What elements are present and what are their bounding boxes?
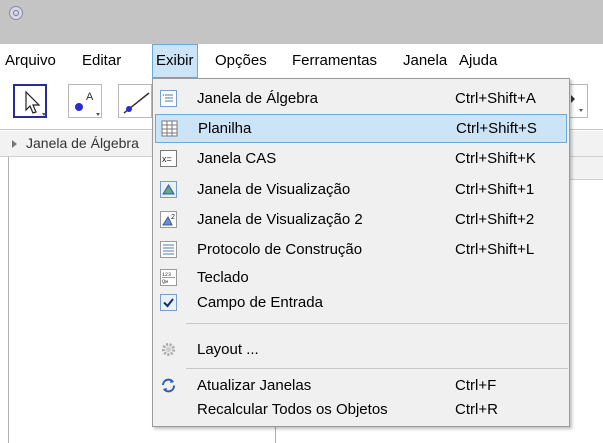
menu-bar: Arquivo Editar Exibir Opções Ferramentas… [0,44,603,78]
geogebra-app-icon [9,6,23,20]
menu-item-label: Layout ... [197,341,259,358]
menu-item-janela-cas[interactable]: x= Janela CAS Ctrl+Shift+K [155,144,567,173]
cas-icon: x= [160,150,177,167]
graphics-view-icon [160,181,177,198]
menu-separator [186,368,568,369]
gear-icon [160,341,177,358]
menu-item-janela-visualizacao[interactable]: Janela de Visualização Ctrl+Shift+1 [155,175,567,204]
point-tool-button[interactable]: A [68,84,102,118]
refresh-icon [160,377,177,394]
menu-item-shortcut: Ctrl+R [455,401,498,418]
menu-item-janela-algebra[interactable]: Janela de Álgebra Ctrl+Shift+A [155,84,567,113]
cursor-arrow-icon [25,90,46,116]
point-icon: A [75,91,100,116]
menu-exibir[interactable]: Exibir [152,44,198,78]
construction-protocol-icon [160,241,177,258]
menu-item-label: Campo de Entrada [197,294,323,311]
keyboard-icon: 123 Qw [160,269,177,286]
menu-ferramentas[interactable]: Ferramentas [289,44,380,78]
panel-title: Janela de Álgebra [26,135,139,151]
spreadsheet-icon [161,120,178,137]
menu-item-shortcut: Ctrl+F [455,377,497,394]
menu-item-label: Protocolo de Construção [197,241,363,258]
menu-item-label: Recalcular Todos os Objetos [197,401,388,418]
menu-item-label: Janela CAS [197,150,277,167]
menu-item-shortcut: Ctrl+Shift+S [456,120,537,137]
menu-item-label: Janela de Visualização [197,181,351,198]
menu-item-label: Atualizar Janelas [197,377,312,394]
menu-separator [186,323,568,324]
menu-item-campo-entrada[interactable]: Campo de Entrada [155,290,567,316]
line-icon [123,92,150,114]
svg-text:Qw: Qw [162,279,168,285]
menu-item-label: Janela de Visualização 2 [197,211,363,228]
menu-item-shortcut: Ctrl+Shift+A [455,90,536,107]
menu-item-shortcut: Ctrl+Shift+L [455,241,535,258]
toolbar-expand-icon[interactable] [571,95,575,103]
menu-item-shortcut: Ctrl+Shift+K [455,150,536,167]
svg-text:x=: x= [162,154,172,164]
move-tool-button[interactable] [13,84,47,118]
checkmark-icon [160,294,177,311]
menu-janela[interactable]: Janela [400,44,450,78]
line-tool-button[interactable] [118,84,152,118]
menu-item-protocolo-construcao[interactable]: Protocolo de Construção Ctrl+Shift+L [155,235,567,264]
menu-item-label: Planilha [198,120,252,137]
menu-ajuda[interactable]: Ajuda [456,44,500,78]
svg-text:2: 2 [171,214,175,221]
menu-item-janela-visualizacao-2[interactable]: 2 Janela de Visualização 2 Ctrl+Shift+2 [155,205,567,234]
window-titlebar [0,0,603,44]
collapse-arrow-icon[interactable] [12,140,17,148]
menu-editar[interactable]: Editar [79,44,124,78]
menu-item-teclado[interactable]: 123 Qw Teclado [155,265,567,291]
left-border [0,157,9,443]
menu-arquivo[interactable]: Arquivo [2,44,59,78]
menu-item-planilha[interactable]: Planilha Ctrl+Shift+S [155,114,567,143]
menu-item-atualizar-janelas[interactable]: Atualizar Janelas Ctrl+F [155,373,567,399]
menu-item-label: Janela de Álgebra [197,90,318,107]
menu-item-recalcular-objetos[interactable]: Recalcular Todos os Objetos Ctrl+R [155,397,567,423]
menu-item-shortcut: Ctrl+Shift+2 [455,211,535,228]
algebra-view-icon [160,90,177,107]
graphics-view-2-icon: 2 [160,211,177,228]
svg-text:A: A [86,91,94,103]
menu-item-label: Teclado [197,269,249,286]
menu-item-shortcut: Ctrl+Shift+1 [455,181,535,198]
menu-opcoes[interactable]: Opções [212,44,270,78]
menu-item-layout[interactable]: Layout ... [155,335,567,364]
graphics-panel-header [566,157,603,180]
exibir-menu-dropdown: Janela de Álgebra Ctrl+Shift+A Planilha … [152,78,570,427]
